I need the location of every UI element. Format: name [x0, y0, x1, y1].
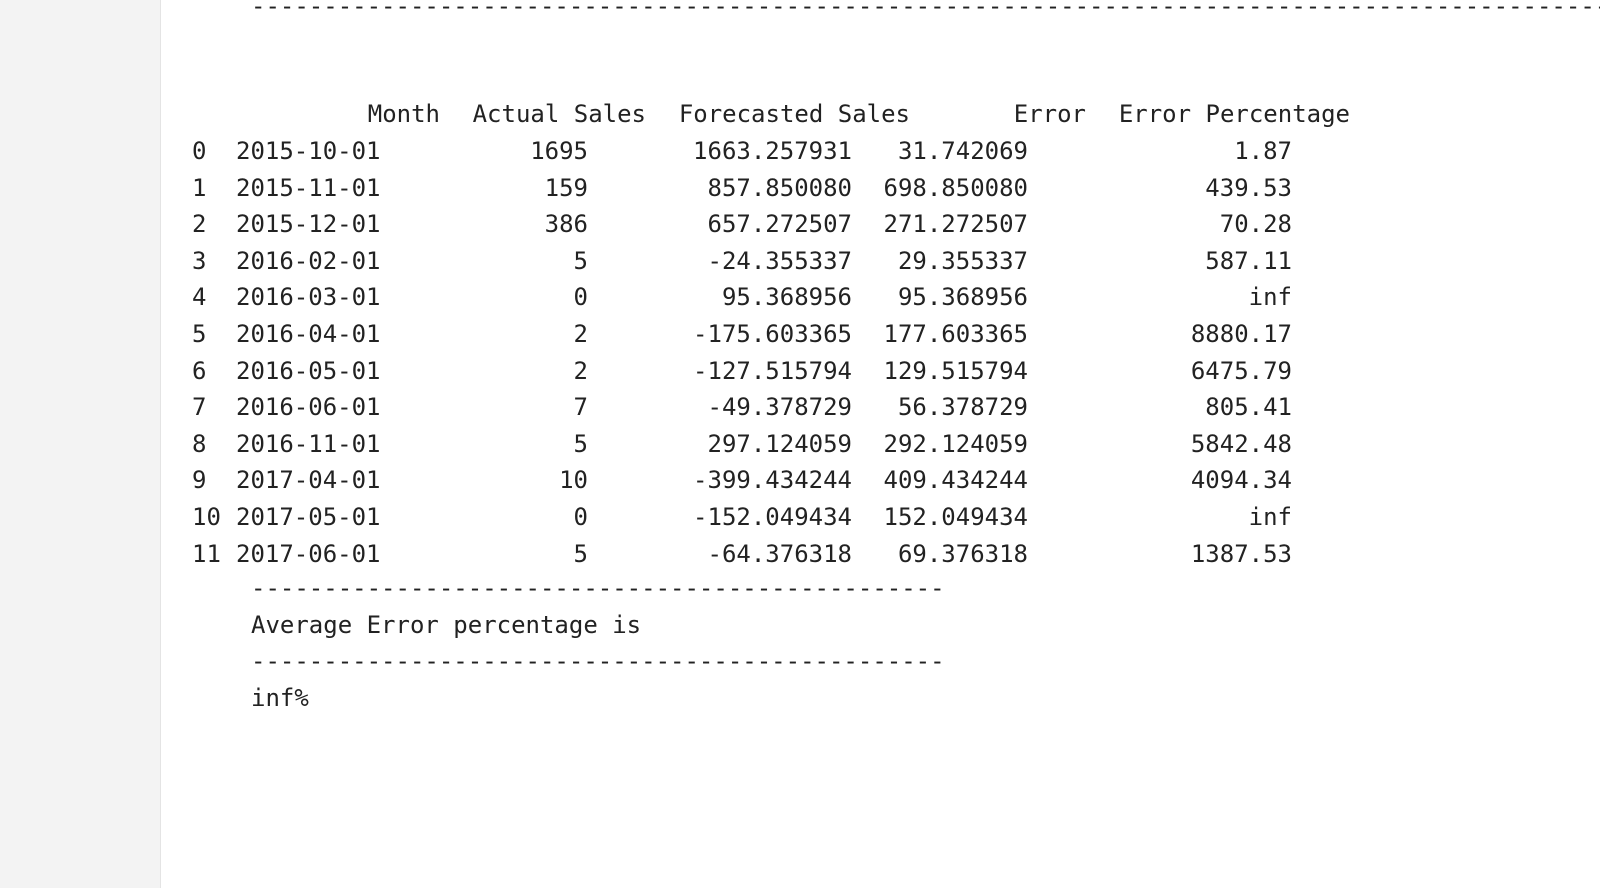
- column-header-month: Month: [367, 100, 440, 128]
- cell-error-percentage: 4094.34: [1190, 466, 1292, 495]
- row-index: 0: [192, 137, 207, 165]
- cell-error: 69.376318: [897, 539, 1028, 568]
- cell-month: 2015-10-01: [236, 137, 381, 165]
- cell-error-percentage: 5842.48: [1190, 429, 1292, 458]
- cell-error-percentage: 587.11: [1205, 246, 1292, 275]
- cell-month: 2016-06-01: [236, 393, 381, 422]
- table-row: 6 2016-05-01 2 -127.515794 129.515794 6475.79: [161, 357, 1600, 385]
- table-row: 1 2015-11-01 159 857.850080 698.850080 439.53: [161, 174, 1600, 202]
- cell-error: 292.124059: [883, 429, 1029, 458]
- table-row: 10 2017-05-01 0 -152.049434 152.049434 inf: [161, 503, 1600, 531]
- row-index: 4: [192, 283, 207, 312]
- cell-gutter: [0, 0, 161, 888]
- table-row: 5 2016-04-01 2 -175.603365 177.603365 8880.17: [161, 320, 1600, 348]
- separator-top: ----------------------------------------…: [251, 0, 1600, 20]
- cell-error: 56.378729: [897, 393, 1028, 422]
- cell-forecasted-sales: 95.368956: [721, 283, 852, 312]
- cell-actual-sales: 7: [573, 393, 588, 422]
- table-row: 8 2016-11-01 5 297.124059 292.124059 5842.48: [161, 430, 1600, 458]
- column-header-forecasted-sales: Forecasted Sales: [678, 100, 910, 128]
- cell-actual-sales: 5: [573, 539, 588, 568]
- cell-forecasted-sales: -399.434244: [693, 466, 852, 495]
- row-index: 11: [192, 539, 221, 568]
- cell-error-percentage: 1387.53: [1190, 539, 1292, 568]
- cell-error-percentage: 70.28: [1219, 210, 1292, 239]
- table-row: 3 2016-02-01 5 -24.355337 29.355337 587.11: [161, 247, 1600, 275]
- cell-error-percentage: 8880.17: [1190, 320, 1292, 348]
- cell-error: 177.603365: [883, 320, 1029, 348]
- cell-error-percentage: 6475.79: [1190, 356, 1292, 385]
- cell-actual-sales: 5: [573, 429, 588, 458]
- cell-month: 2015-11-01: [236, 173, 381, 202]
- table-row: 9 2017-04-01 10 -399.434244 409.434244 4094.3…: [161, 466, 1600, 494]
- table-row: 2 2015-12-01 386 657.272507 271.272507 70.28: [161, 210, 1600, 238]
- cell-error: 271.272507: [883, 210, 1029, 239]
- cell-month: 2017-05-01: [236, 503, 381, 531]
- row-index: 9: [192, 466, 207, 495]
- average-error-label: Average Error percentage is: [251, 611, 642, 639]
- cell-forecasted-sales: 297.124059: [707, 429, 853, 458]
- cell-error: 129.515794: [883, 356, 1029, 385]
- cell-month: 2016-02-01: [236, 246, 381, 275]
- cell-forecasted-sales: -152.049434: [693, 503, 852, 531]
- row-index: 2: [192, 210, 207, 239]
- cell-error-percentage: inf: [1248, 503, 1292, 531]
- cell-actual-sales: 386: [544, 210, 588, 239]
- cell-actual-sales: 1695: [530, 137, 588, 165]
- cell-error-percentage: 805.41: [1205, 393, 1292, 422]
- cell-month: 2016-04-01: [236, 320, 381, 348]
- cell-error-percentage: inf: [1248, 283, 1292, 312]
- cell-error-percentage: 439.53: [1205, 173, 1292, 202]
- separator-2: ----------------------------------------…: [251, 647, 945, 675]
- cell-actual-sales: 2: [573, 356, 588, 385]
- cell-actual-sales: 2: [573, 320, 588, 348]
- cell-actual-sales: 0: [573, 283, 588, 312]
- row-index: 3: [192, 246, 207, 275]
- cell-forecasted-sales: 657.272507: [707, 210, 853, 239]
- cell-error: 152.049434: [883, 503, 1029, 531]
- cell-forecasted-sales: -24.355337: [707, 246, 853, 275]
- row-index: 10: [192, 503, 221, 531]
- cell-forecasted-sales: -64.376318: [707, 539, 853, 568]
- cell-forecasted-sales: -175.603365: [693, 320, 852, 348]
- row-index: 6: [192, 356, 207, 385]
- table-row: 4 2016-03-01 0 95.368956 95.368956 inf: [161, 283, 1600, 311]
- cell-error: 95.368956: [897, 283, 1028, 312]
- separator-1: ----------------------------------------…: [251, 574, 945, 602]
- cell-actual-sales: 5: [573, 246, 588, 275]
- cell-error-percentage: 1.87: [1234, 137, 1292, 165]
- cell-month: 2016-03-01: [236, 283, 381, 312]
- column-header-actual-sales: Actual Sales: [472, 100, 646, 128]
- cell-error: 31.742069: [897, 137, 1028, 165]
- cell-month: 2015-12-01: [236, 210, 381, 239]
- cell-output: ----------------------------------------…: [161, 0, 1600, 888]
- cell-error: 409.434244: [883, 466, 1029, 495]
- cell-actual-sales: 0: [573, 503, 588, 531]
- cell-forecasted-sales: -127.515794: [693, 356, 852, 385]
- cell-forecasted-sales: 1663.257931: [693, 137, 852, 165]
- cell-forecasted-sales: 857.850080: [707, 173, 853, 202]
- column-header-error-percentage: Error Percentage: [1118, 100, 1350, 128]
- average-error-value: inf%: [251, 684, 309, 712]
- table-header-row: Month Actual Sales Forecasted Sales Erro…: [161, 100, 1600, 128]
- row-index: 5: [192, 320, 207, 348]
- cell-month: 2016-11-01: [236, 429, 381, 458]
- cell-month: 2016-05-01: [236, 356, 381, 385]
- cell-actual-sales: 10: [559, 466, 588, 495]
- table-row: 11 2017-06-01 5 -64.376318 69.376318 1387.53: [161, 540, 1600, 568]
- row-index: 1: [192, 173, 207, 202]
- table-row: 7 2016-06-01 7 -49.378729 56.378729 805.41: [161, 393, 1600, 421]
- cell-error: 29.355337: [897, 246, 1028, 275]
- cell-actual-sales: 159: [544, 173, 588, 202]
- row-index: 7: [192, 393, 207, 422]
- notebook-page: ----------------------------------------…: [0, 0, 1600, 888]
- cell-month: 2017-06-01: [236, 539, 381, 568]
- column-header-error: Error: [1013, 100, 1086, 128]
- cell-forecasted-sales: -49.378729: [707, 393, 853, 422]
- table-row: 0 2015-10-01 1695 1663.257931 31.742069 1.87: [161, 137, 1600, 165]
- row-index: 8: [192, 429, 207, 458]
- cell-month: 2017-04-01: [236, 466, 381, 495]
- cell-error: 698.850080: [883, 173, 1029, 202]
